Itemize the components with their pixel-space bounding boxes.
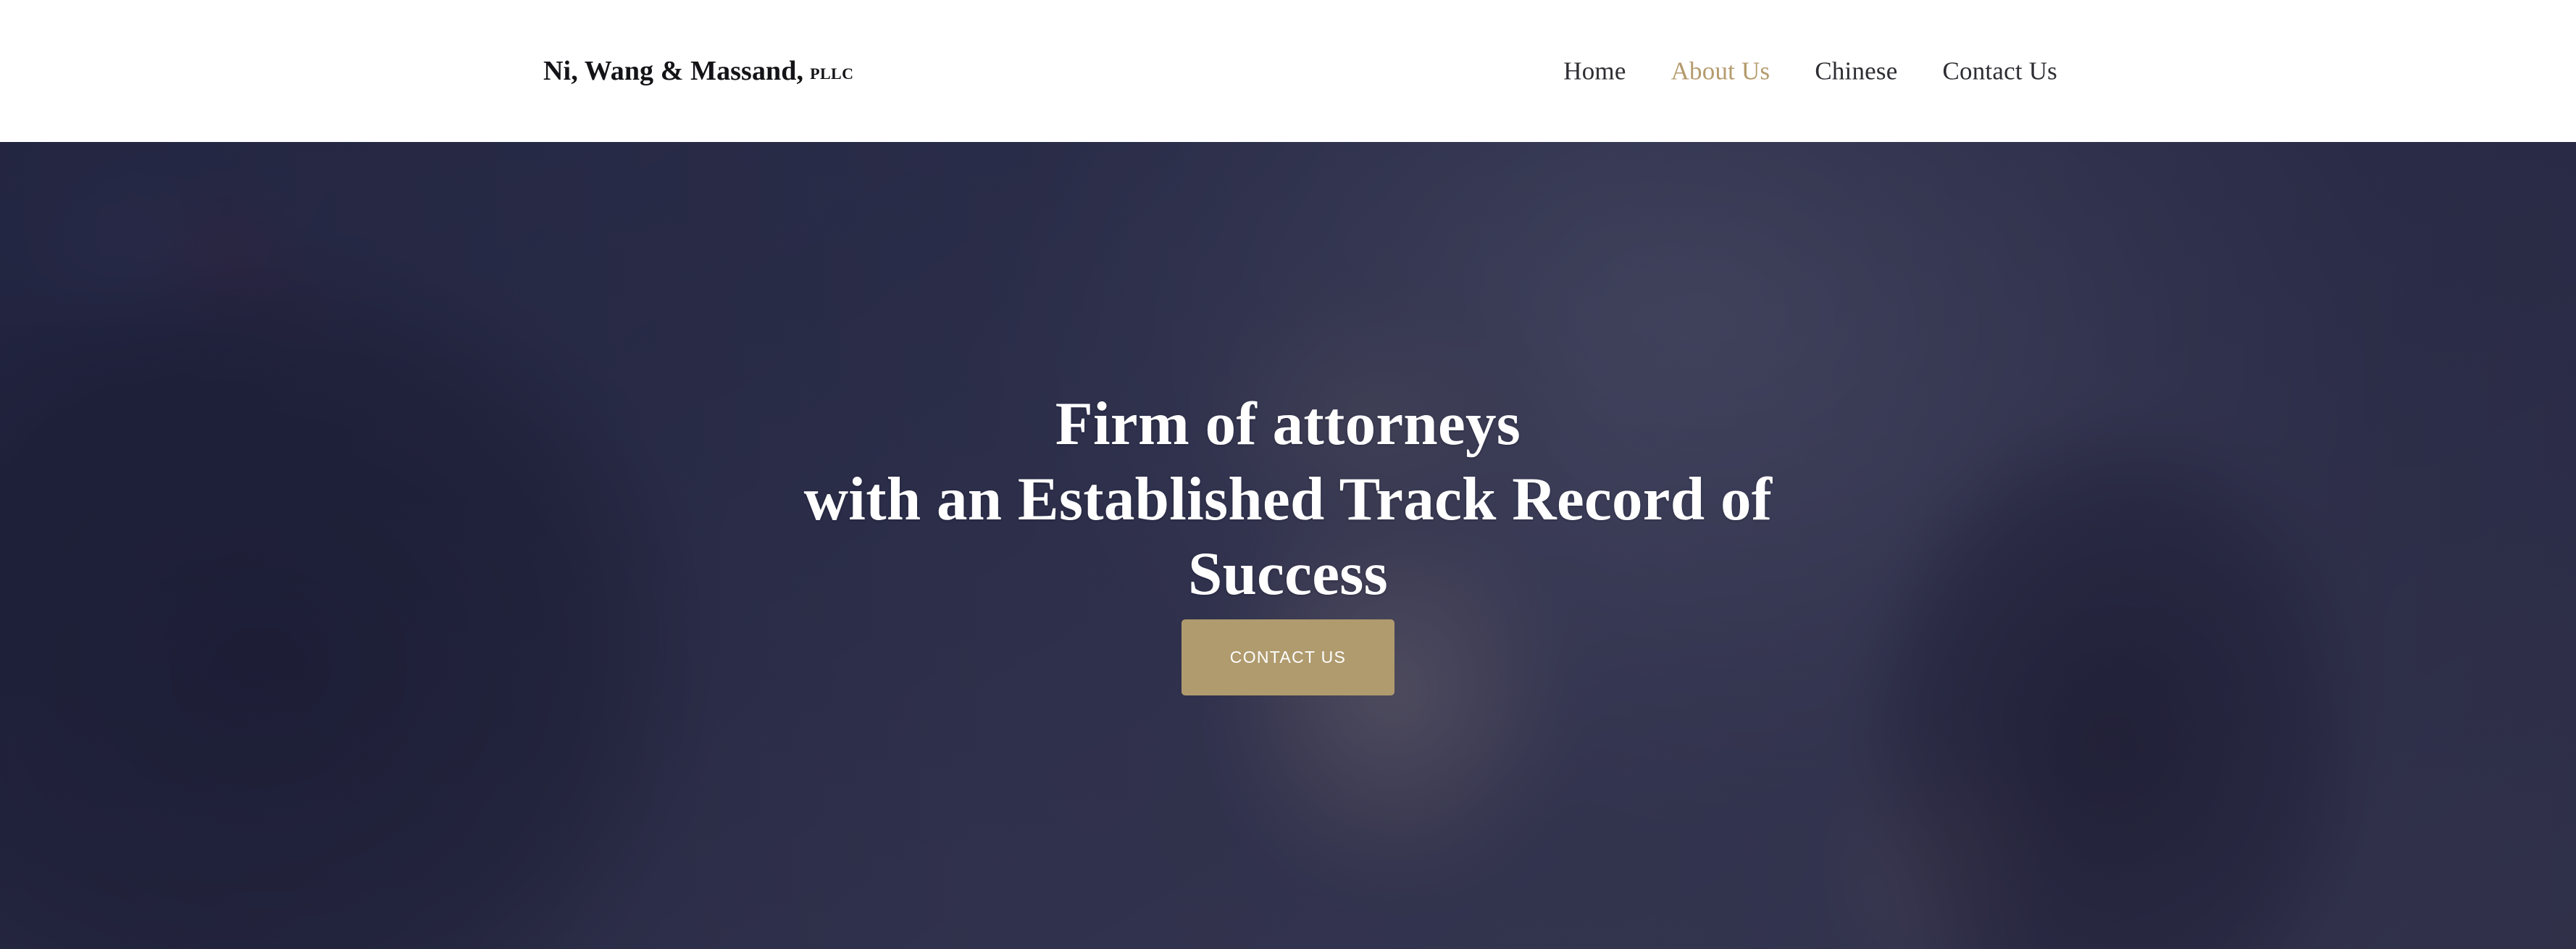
hero-heading-line-1: Firm of attorneys <box>1055 390 1521 458</box>
hero-heading: Firm of attorneys with an Established Tr… <box>600 387 1976 612</box>
hero-heading-line-2: with an Established Track Record of <box>803 464 1773 533</box>
hero-section: Firm of attorneys with an Established Tr… <box>0 142 2576 949</box>
hero-content: Firm of attorneys with an Established Tr… <box>0 142 2576 949</box>
contact-us-button[interactable]: CONTACT US <box>1182 619 1394 696</box>
nav-item-contact-us[interactable]: Contact Us <box>1942 59 2057 84</box>
header-inner: Ni, Wang & Massand, PLLC Home About Us C… <box>0 0 2576 142</box>
main-navigation: Home About Us Chinese Contact Us <box>1563 59 2057 84</box>
site-header: Ni, Wang & Massand, PLLC Home About Us C… <box>0 0 2576 142</box>
brand-logo[interactable]: Ni, Wang & Massand, PLLC <box>543 55 853 87</box>
brand-name: Ni, Wang & Massand, <box>543 56 804 86</box>
hero-heading-line-3: Success <box>1188 540 1388 609</box>
nav-item-home[interactable]: Home <box>1563 59 1626 84</box>
nav-item-about-us[interactable]: About Us <box>1671 59 1770 84</box>
brand-suffix: PLLC <box>810 64 854 83</box>
nav-item-chinese[interactable]: Chinese <box>1815 59 1897 84</box>
